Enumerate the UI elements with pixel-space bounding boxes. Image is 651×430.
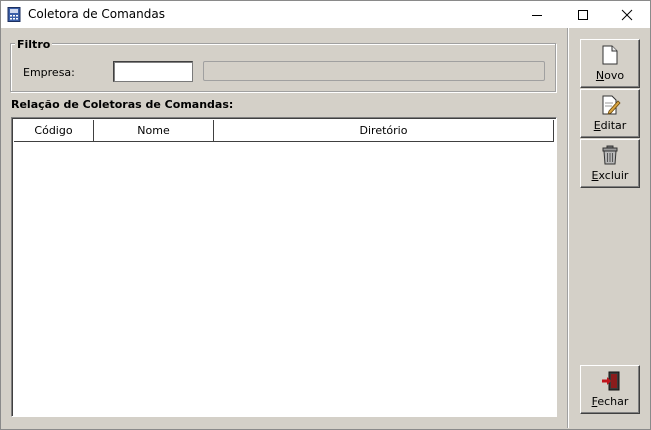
fechar-button[interactable]: Fechar: [580, 365, 640, 414]
close-icon: [621, 9, 633, 21]
editar-label: Editar: [593, 119, 627, 132]
exit-door-icon: [602, 371, 620, 391]
column-header-nome[interactable]: Nome: [94, 120, 214, 142]
editar-button[interactable]: Editar: [580, 89, 640, 138]
main-window: Coletora de Comandas Filtro Empresa: Rel…: [0, 0, 651, 430]
column-header-codigo[interactable]: Código: [14, 120, 94, 142]
trash-can-icon: [602, 145, 618, 165]
coletoras-grid[interactable]: Código Nome Diretório: [11, 117, 557, 417]
empresa-label: Empresa:: [23, 66, 75, 79]
empresa-input[interactable]: [113, 61, 193, 82]
actions-panel: Novo Editar Excluir Fechar: [567, 28, 648, 428]
maximize-icon: [578, 10, 588, 20]
window-title: Coletora de Comandas: [28, 7, 165, 21]
minimize-icon: [532, 15, 542, 16]
empresa-description-field: [203, 61, 545, 81]
fechar-label: Fechar: [591, 395, 629, 408]
filter-group-title: Filtro: [15, 38, 53, 51]
excluir-button[interactable]: Excluir: [580, 139, 640, 188]
edit-document-icon: [602, 95, 621, 115]
novo-button[interactable]: Novo: [580, 39, 640, 88]
client-area: Filtro Empresa: Relação de Coletoras de …: [1, 28, 650, 429]
list-title: Relação de Coletoras de Comandas:: [11, 98, 234, 111]
title-bar[interactable]: Coletora de Comandas: [1, 1, 650, 28]
novo-label: Novo: [595, 69, 625, 82]
close-button[interactable]: [604, 1, 650, 28]
grid-header: Código Nome Diretório: [14, 120, 554, 142]
column-header-diretorio[interactable]: Diretório: [214, 120, 554, 142]
maximize-button[interactable]: [560, 1, 606, 28]
app-icon[interactable]: [7, 7, 21, 22]
new-document-icon: [602, 45, 618, 65]
minimize-button[interactable]: [514, 1, 560, 28]
excluir-label: Excluir: [591, 169, 629, 182]
